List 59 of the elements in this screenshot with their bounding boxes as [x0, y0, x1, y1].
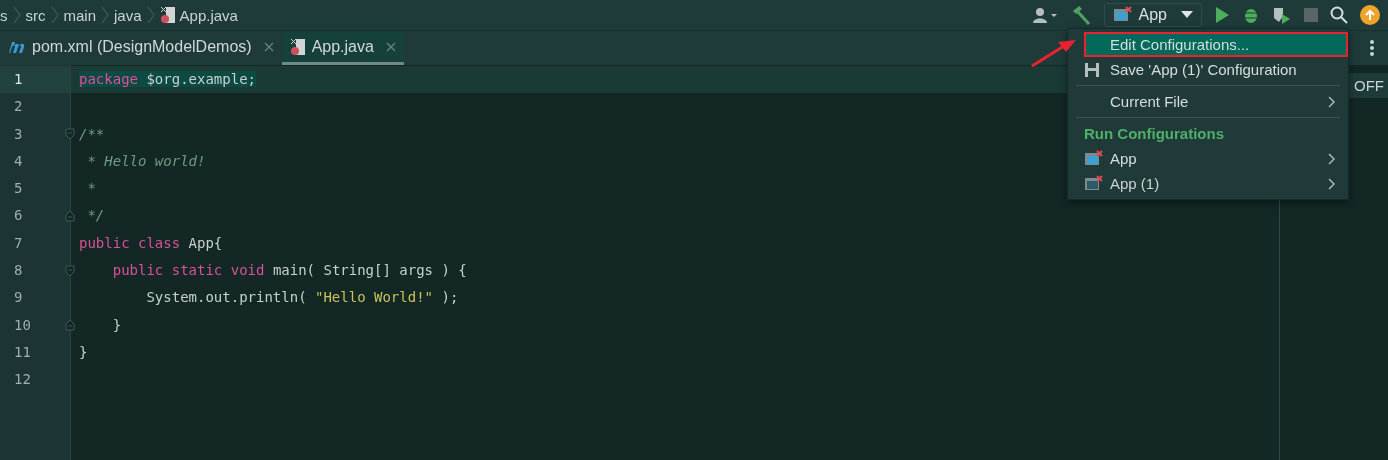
- fold-icon[interactable]: [65, 319, 75, 332]
- breadcrumb[interactable]: App.java: [179, 6, 238, 24]
- code-line: public class App{: [79, 234, 223, 251]
- breadcrumb[interactable]: main: [63, 6, 96, 24]
- line-number: 1: [14, 70, 23, 89]
- breadcrumb-separator-icon: [11, 6, 22, 24]
- line-number: 11: [14, 342, 31, 362]
- caret-icon: [1181, 11, 1193, 19]
- line-number: 7: [14, 233, 23, 253]
- editor-tab[interactable]: App.java: [281, 31, 404, 65]
- user-icon[interactable]: [1031, 6, 1058, 24]
- fold-icon[interactable]: [65, 128, 75, 141]
- breadcrumb-separator-icon: [100, 6, 110, 24]
- menu-item[interactable]: App: [1068, 146, 1348, 171]
- line-number: 6: [14, 206, 23, 226]
- chevron-right-icon: [1328, 177, 1336, 190]
- update-icon[interactable]: [1360, 5, 1380, 25]
- code-line: * Hello world!: [86, 152, 206, 169]
- breadcrumb-separator-icon: [49, 6, 60, 24]
- breadcrumb[interactable]: src: [25, 6, 46, 24]
- run-config-icon: [1084, 174, 1104, 193]
- java-file-icon: [289, 37, 306, 56]
- code-line: }: [111, 316, 122, 333]
- run-configuration-selector[interactable]: App: [1103, 3, 1202, 27]
- breadcrumb[interactable]: s: [0, 6, 8, 24]
- line-number: 9: [14, 288, 23, 308]
- run-icon[interactable]: [1214, 6, 1230, 24]
- line-number: 3: [14, 124, 23, 144]
- code-line: System.out.println( "Hello World!" );: [145, 289, 459, 306]
- fold-icon[interactable]: [65, 264, 75, 277]
- close-icon[interactable]: [385, 41, 396, 52]
- chevron-right-icon: [1328, 95, 1336, 108]
- chevron-right-icon: [1328, 152, 1336, 165]
- close-icon[interactable]: [263, 41, 274, 52]
- coverage-icon[interactable]: [1272, 6, 1292, 24]
- code-line: /**: [79, 125, 105, 142]
- code-line: }: [79, 343, 88, 360]
- menu-header: Run Configurations: [1083, 124, 1225, 144]
- bug-icon[interactable]: [1242, 6, 1260, 24]
- editor-tab[interactable]: pom.xml (DesignModelDemos): [0, 31, 282, 65]
- line-number: 5: [14, 179, 23, 199]
- run-config-icon: [1084, 149, 1104, 168]
- breadcrumb[interactable]: java: [114, 6, 142, 24]
- code-line: */: [86, 207, 105, 224]
- line-number: 8: [14, 261, 23, 281]
- menu-item[interactable]: Edit Configurations...: [1084, 32, 1348, 57]
- run-config-icon: [1112, 6, 1133, 24]
- code-line: *: [86, 180, 96, 197]
- line-number: 12: [14, 370, 31, 390]
- java-file-icon: [159, 6, 176, 24]
- search-icon[interactable]: [1330, 6, 1348, 24]
- fold-icon[interactable]: [65, 210, 75, 223]
- more-icon[interactable]: [1370, 40, 1374, 56]
- maven-icon: [8, 39, 26, 54]
- code-line: public static void main( String[] args ) {: [111, 262, 467, 279]
- breadcrumb-separator-icon: [145, 6, 156, 24]
- line-number: 2: [14, 97, 23, 117]
- line-number: 4: [14, 151, 23, 171]
- line-number: 10: [14, 315, 31, 335]
